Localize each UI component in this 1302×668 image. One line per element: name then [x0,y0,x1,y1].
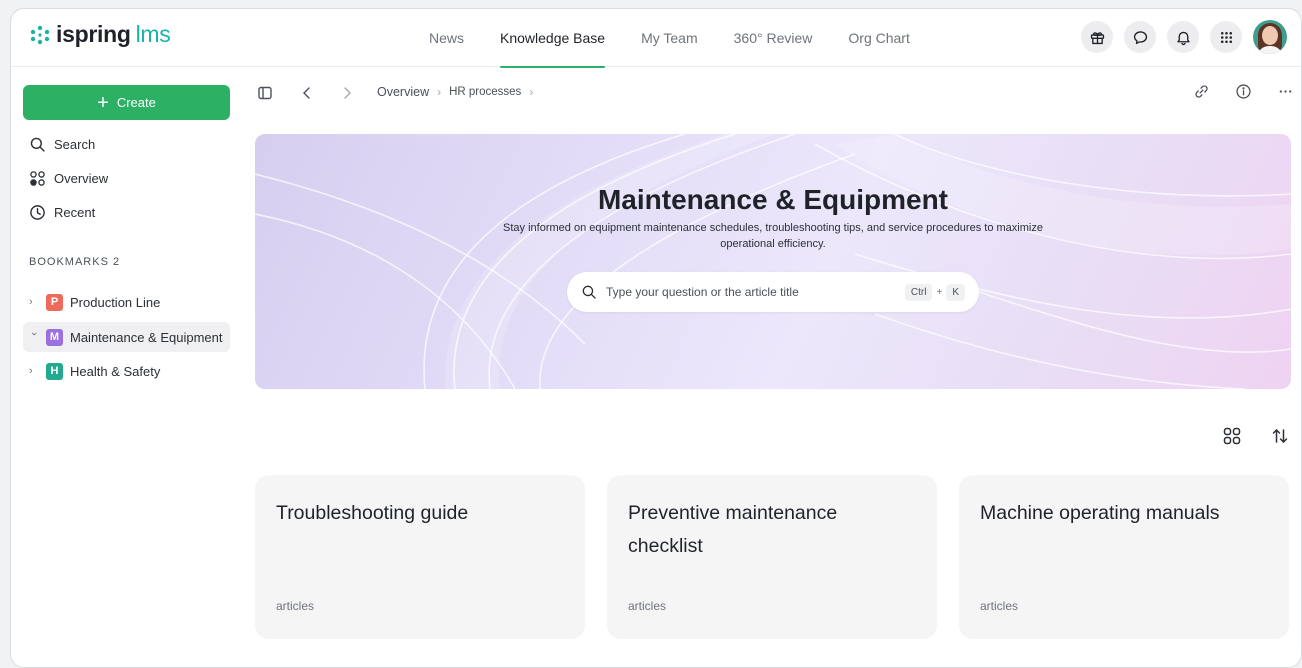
forward-button[interactable] [337,83,357,103]
card-meta: articles [276,599,315,613]
hero-subtitle: Stay informed on equipment maintenance s… [503,222,1043,250]
view-tools [1221,425,1291,447]
bell-icon [1176,31,1190,45]
card-title: Preventive maintenance checklist [628,502,838,557]
nav-news[interactable]: News [411,9,482,67]
card-meta: articles [628,599,667,613]
breadcrumb-separator-icon: › [529,85,534,99]
gift-icon [1090,31,1104,44]
back-button[interactable] [297,83,317,103]
user-avatar[interactable] [1253,20,1287,54]
search-icon [582,285,596,299]
info-icon [1235,83,1251,99]
bookmark-label: Production Line [70,294,161,310]
more-horizontal-icon [1279,89,1291,93]
ispring-logo-icon [30,25,50,44]
top-actions [1081,20,1287,54]
shortcut-key-k: K [946,283,965,301]
chevron-left-icon [303,87,310,99]
breadcrumb-separator-icon: › [437,85,442,99]
logo-brand-text: ispring [56,21,131,47]
apps-button[interactable] [1210,21,1242,53]
category-card[interactable]: Machine operating manuals articles [959,475,1289,639]
category-card[interactable]: Preventive maintenance checklist article… [607,475,937,639]
keyboard-shortcut: Ctrl + K [904,283,965,301]
chevron-right-icon [344,87,351,99]
logo-product-text: lms [135,21,171,47]
link-icon [1194,84,1208,98]
sidebar-link-overview[interactable]: Overview [29,165,108,191]
bookmarks-title: BOOKMARKS 2 [29,256,121,268]
nav-org-chart[interactable]: Org Chart [830,9,927,67]
chevron-right-icon[interactable]: › [29,365,39,377]
bookmark-production-line[interactable]: › P Production Line [23,287,230,317]
plus-icon: + [97,91,109,114]
hero-banner: Maintenance & Equipment Stay informed on… [255,134,1291,389]
bookmark-badge: P [46,293,63,311]
clock-icon [30,204,45,220]
bookmark-label: Maintenance & Equipment [70,329,223,345]
create-button[interactable]: + Create [23,85,230,120]
main-nav: News Knowledge Base My Team 360° Review … [411,9,928,68]
chat-icon [1133,30,1147,44]
nav-knowledge-base[interactable]: Knowledge Base [482,9,623,68]
sidebar-link-label: Recent [54,204,96,220]
card-title: Machine operating manuals [980,502,1220,524]
more-options-button[interactable] [1275,81,1295,101]
chevron-down-icon[interactable]: › [28,332,40,342]
nav-360-review[interactable]: 360° Review [716,9,831,67]
toggle-sidebar-button[interactable] [255,83,275,103]
breadcrumb-bar: Overview › HR processes › [255,81,1295,105]
bookmark-badge: H [46,362,63,380]
overview-icon [30,170,45,186]
logo[interactable]: ispring lms [29,21,171,48]
bookmark-badge: M [46,328,63,346]
breadcrumb-item-hr-processes[interactable]: HR processes [449,86,521,98]
page-tools [1191,81,1295,101]
copy-link-button[interactable] [1191,81,1211,101]
top-bar: ispring lms News Knowledge Base My Team … [11,9,1301,68]
sidebar-link-label: Overview [54,170,109,186]
sidebar: + Create Search Overview Recent BOOKMARK… [11,67,243,667]
avatar-face [1262,26,1278,45]
hero-background-waves [255,134,1291,389]
bookmark-label: Health & Safety [70,363,161,379]
info-button[interactable] [1233,81,1253,101]
sort-icon [1272,429,1288,443]
sidebar-link-label: Search [54,136,96,152]
knowledge-search-input[interactable]: Type your question or the article title … [567,272,979,312]
app-window: ispring lms News Knowledge Base My Team … [10,8,1302,668]
apps-grid-icon [1220,31,1232,43]
hero-title: Maintenance & Equipment [597,184,949,215]
sidebar-link-search[interactable]: Search [29,131,95,157]
chat-button[interactable] [1124,21,1156,53]
shortcut-plus: + [936,286,943,298]
sidebar-toggle-icon [258,86,272,100]
breadcrumb: Overview › HR processes › [377,85,533,99]
notifications-button[interactable] [1167,21,1199,53]
nav-my-team[interactable]: My Team [623,9,716,67]
card-title: Troubleshooting guide [276,502,469,524]
search-icon [30,137,45,152]
bookmark-health-safety[interactable]: › H Health & Safety [23,356,230,386]
sidebar-link-recent[interactable]: Recent [29,199,95,225]
create-button-label: Create [116,95,156,110]
gift-button[interactable] [1081,21,1113,53]
search-placeholder: Type your question or the article title [606,285,799,299]
shortcut-key-ctrl: Ctrl [904,283,933,301]
breadcrumb-item-overview[interactable]: Overview [377,85,429,99]
sort-button[interactable] [1269,425,1291,447]
chevron-right-icon[interactable]: › [29,296,39,308]
bookmark-maintenance-equipment[interactable]: › M Maintenance & Equipment [23,322,230,352]
card-meta: articles [980,599,1019,613]
category-card[interactable]: Troubleshooting guide articles [255,475,585,639]
grid-view-icon [1223,427,1241,445]
grid-view-button[interactable] [1221,425,1243,447]
